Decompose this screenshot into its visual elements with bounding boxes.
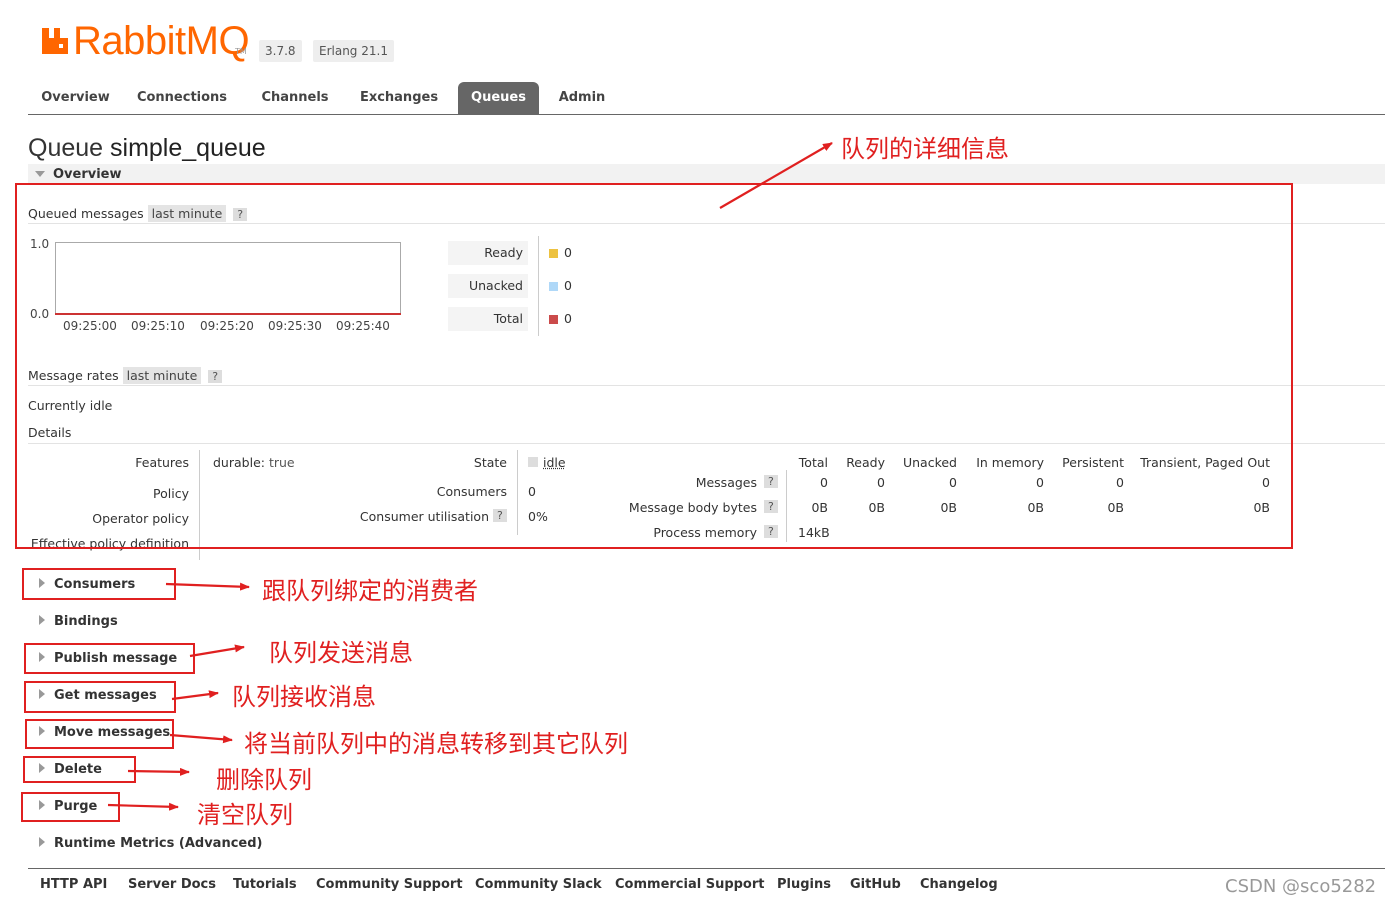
annotation-move-text: 将当前队列中的消息转移到其它队列 xyxy=(244,730,628,758)
footer-link-community-support[interactable]: Community Support xyxy=(316,877,463,892)
csdn-watermark: CSDN @sco5282 xyxy=(1225,876,1377,897)
footer-divider xyxy=(28,868,1385,869)
annotation-get-text: 队列接收消息 xyxy=(232,683,376,711)
footer-link-http-api[interactable]: HTTP API xyxy=(40,877,107,892)
footer-link-changelog[interactable]: Changelog xyxy=(920,877,998,892)
footer-link-community-slack[interactable]: Community Slack xyxy=(475,877,602,892)
annotation-publish-text: 队列发送消息 xyxy=(269,639,413,667)
annotation-arrows xyxy=(107,142,833,811)
annotation-delete-text: 删除队列 xyxy=(216,766,312,794)
annotation-consumers-text: 跟队列绑定的消费者 xyxy=(262,577,478,605)
footer-link-tutorials[interactable]: Tutorials xyxy=(233,877,297,892)
footer-link-commercial-support[interactable]: Commercial Support xyxy=(615,877,765,892)
footer-link-server-docs[interactable]: Server Docs xyxy=(128,877,216,892)
annotation-purge-text: 清空队列 xyxy=(197,801,293,829)
footer-link-github[interactable]: GitHub xyxy=(850,877,901,892)
annotation-overview-text: 队列的详细信息 xyxy=(841,135,1009,163)
footer-link-plugins[interactable]: Plugins xyxy=(777,877,831,892)
